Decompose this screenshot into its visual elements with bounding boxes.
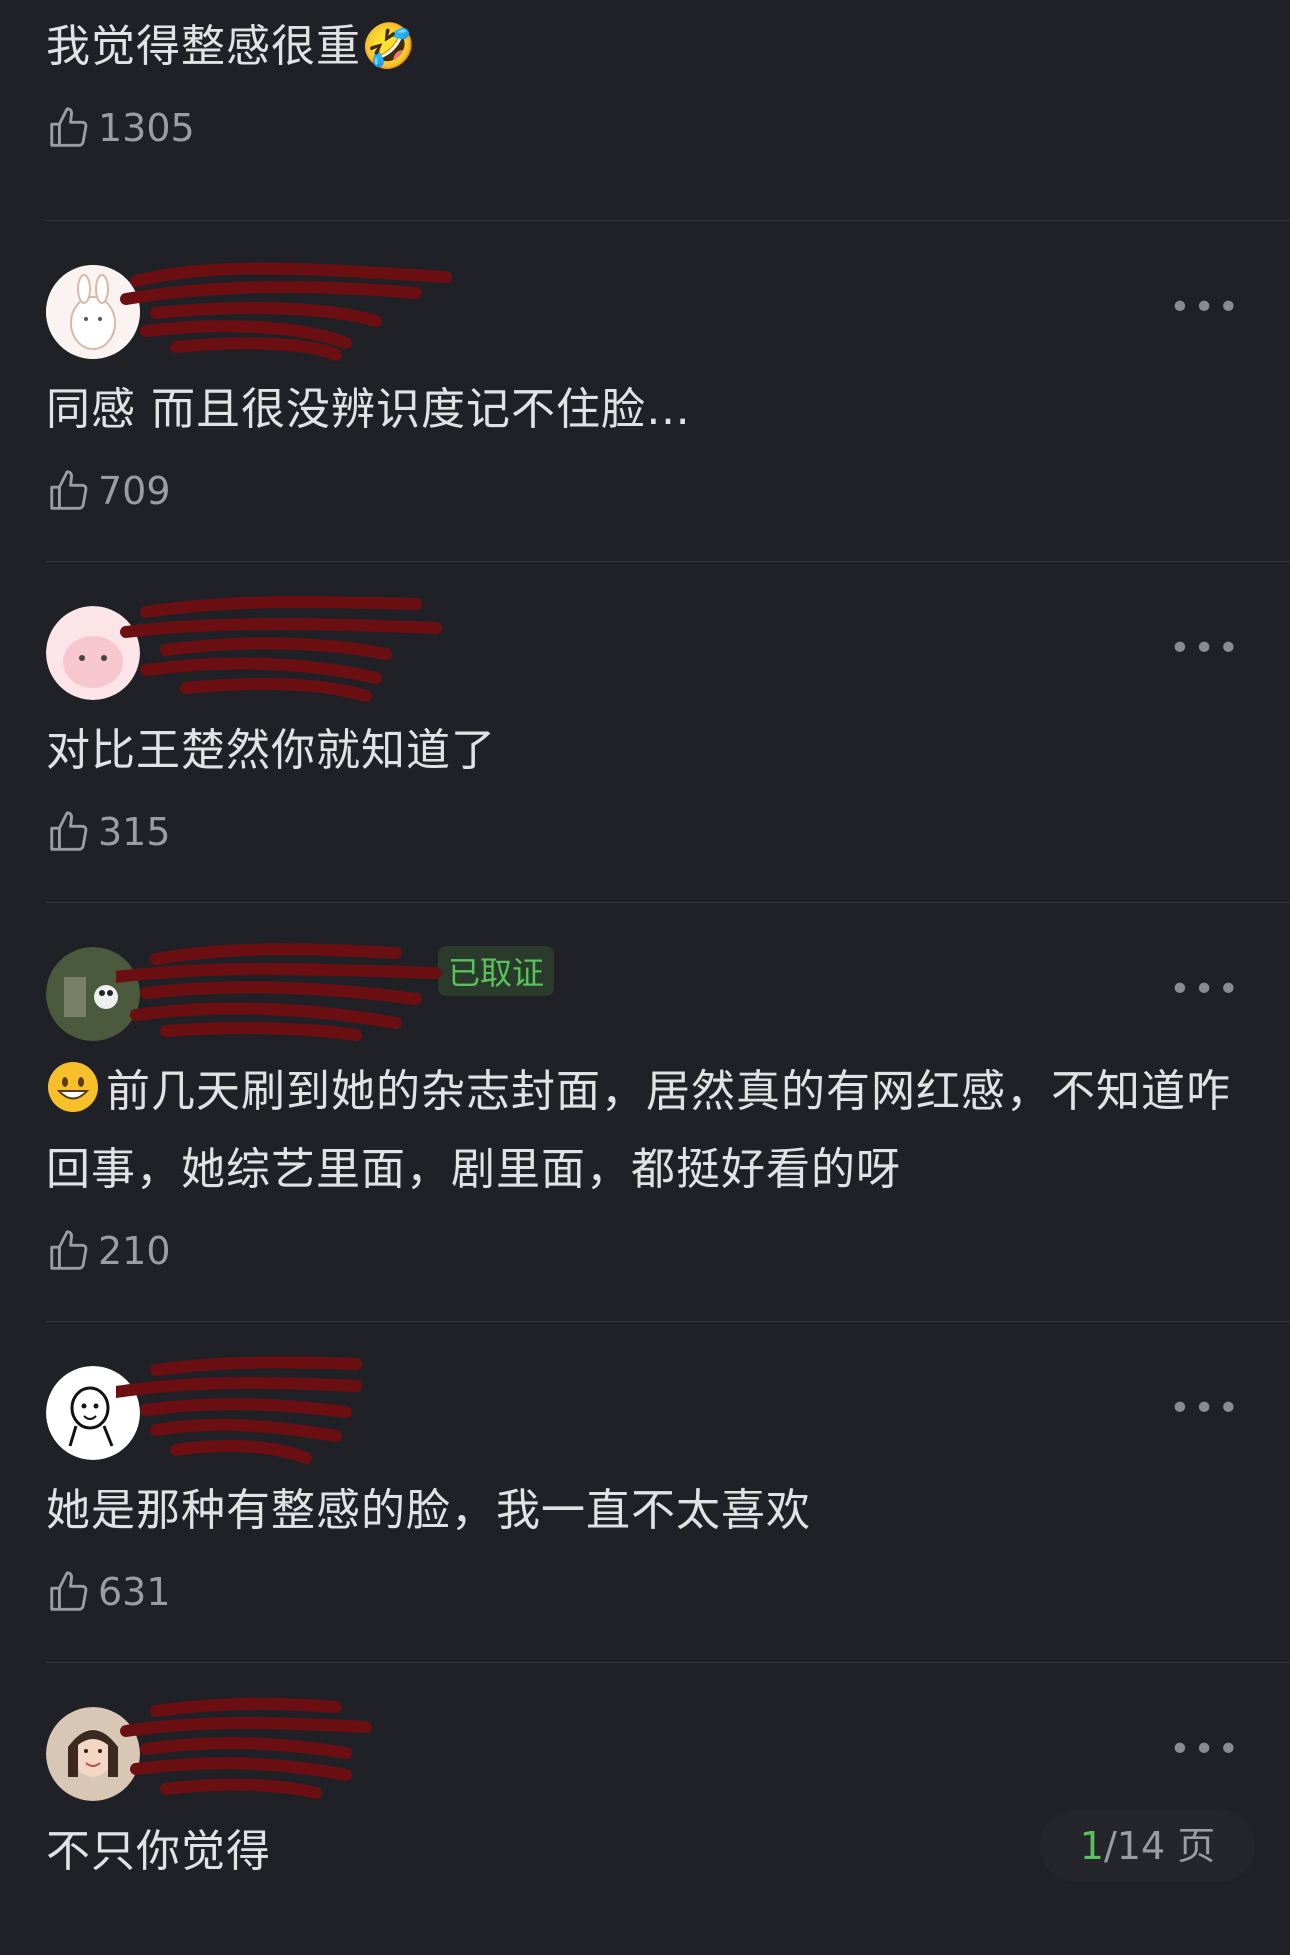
avatar[interactable] — [46, 1366, 140, 1460]
avatar[interactable] — [46, 947, 140, 1041]
thumbs-up-icon — [50, 1230, 88, 1270]
comment-text: 对比王楚然你就知道了 — [46, 725, 496, 776]
more-options-icon[interactable]: ••• — [1169, 969, 1242, 1010]
comment-text: 同感 而且很没辨识度记不住脸… — [46, 384, 691, 435]
comment-item: ••• 对比王楚然你就知道了 315 — [0, 562, 1290, 862]
comment-feed: 我觉得整感很重🤣 1305 ••• 同感 而且很没辨识度记不住脸… 709 ••… — [0, 0, 1290, 1891]
like-count: 210 — [98, 1229, 171, 1273]
like-count: 631 — [98, 1570, 171, 1614]
comment-text: 我觉得整感很重🤣 — [46, 21, 417, 72]
comment-header: 已取证 ••• — [46, 939, 1290, 1049]
comment-header: ••• — [46, 595, 1290, 708]
more-options-icon[interactable]: ••• — [1169, 1388, 1242, 1429]
comment-text-body: 前几天刷到她的杂志封面，居然真的有网红感，不知道咋回事，她综艺里面，剧里面，都挺… — [46, 1066, 1231, 1195]
like-count: 709 — [98, 469, 171, 513]
like-button[interactable]: 1305 — [46, 98, 1290, 158]
like-count: 315 — [98, 810, 171, 854]
more-options-icon[interactable]: ••• — [1169, 1729, 1242, 1770]
like-button[interactable]: 709 — [46, 461, 1290, 521]
like-count: 1305 — [98, 106, 195, 150]
redaction-scribble — [120, 262, 452, 361]
thumbs-up-icon — [50, 1571, 88, 1611]
avatar[interactable] — [46, 265, 140, 359]
more-options-icon[interactable]: ••• — [1169, 628, 1242, 669]
status-badge: 已取证 — [438, 946, 555, 996]
time-location — [166, 997, 554, 1043]
comment-item: 我觉得整感很重🤣 1305 — [0, 0, 1290, 158]
redaction-scribble — [116, 1356, 362, 1464]
like-button[interactable]: 631 — [46, 1562, 1290, 1622]
like-button[interactable]: 210 — [46, 1221, 1290, 1281]
comment-header: ••• — [46, 1697, 1290, 1809]
page-total: /14 页 — [1103, 1824, 1216, 1868]
redaction-scribble — [120, 595, 442, 702]
redaction-scribble — [120, 1697, 372, 1799]
page-indicator[interactable]: 1/14 页 — [1040, 1810, 1255, 1882]
thumbs-up-icon — [50, 107, 88, 147]
comment-header: ••• — [46, 257, 1290, 367]
comment-meta: 已取证 — [166, 945, 555, 1043]
comment-item: 已取证 ••• 前几天刷到她的杂志封面，居然真的有网红感，不知道咋回事，她综艺里… — [0, 903, 1290, 1281]
comment-text: 她是那种有整感的脸，我一直不太喜欢 — [46, 1485, 811, 1536]
thumbs-up-icon — [50, 811, 88, 851]
grinning-face-icon — [48, 1062, 98, 1112]
avatar[interactable] — [46, 1707, 140, 1801]
like-button[interactable]: 315 — [46, 802, 1290, 862]
username-row: 已取证 — [166, 945, 555, 997]
avatar[interactable] — [46, 606, 140, 700]
thumbs-up-icon — [50, 470, 88, 510]
more-options-icon[interactable]: ••• — [1169, 287, 1242, 328]
comment-item: ••• 同感 而且很没辨识度记不住脸… 709 — [0, 221, 1290, 521]
page-current: 1 — [1079, 1824, 1104, 1868]
comment-item: ••• 她是那种有整感的脸，我一直不太喜欢 631 — [0, 1322, 1290, 1622]
comment-text: 前几天刷到她的杂志封面，居然真的有网红感，不知道咋回事，她综艺里面，剧里面，都挺… — [46, 1053, 1290, 1209]
comment-header: ••• — [46, 1356, 1290, 1468]
